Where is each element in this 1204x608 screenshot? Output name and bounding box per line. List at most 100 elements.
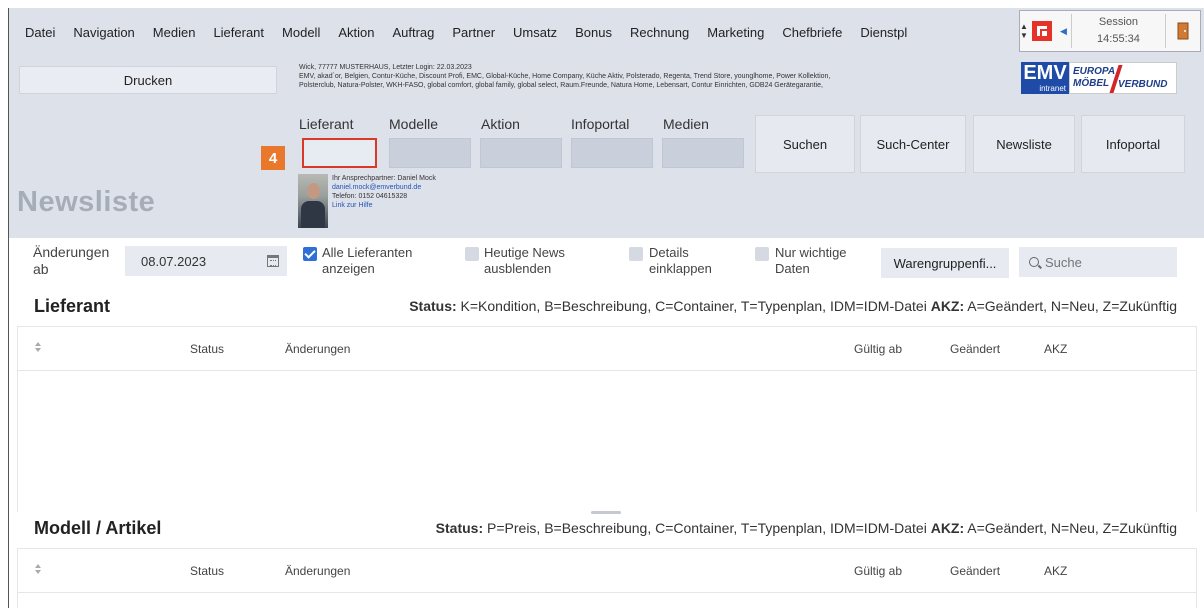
print-button[interactable]: Drucken <box>19 66 277 94</box>
user-info: Wick, 77777 MUSTERHAUS, Letzter Login: 2… <box>299 63 1019 90</box>
col-aenderungen[interactable]: Änderungen <box>285 342 350 356</box>
contact-info: Ihr Ansprechpartner: Daniel Mock daniel.… <box>332 174 436 210</box>
help-link[interactable]: Link zur Hilfe <box>332 201 436 210</box>
today-news-line2: ausblenden <box>484 261 552 276</box>
logout-door-icon[interactable] <box>1166 22 1200 40</box>
modell-section-header: Modell / Artikel Status: P=Preis, B=Besc… <box>9 518 1204 542</box>
col-akz[interactable]: AKZ <box>1044 564 1067 578</box>
menu-dienstplan[interactable]: Dienstpl <box>851 20 916 46</box>
hide-today-news-label: Heutige News ausblenden <box>484 245 565 277</box>
lieferant-table-header: Status Änderungen Gültig ab Geändert AKZ <box>18 327 1196 371</box>
menu-aktion[interactable]: Aktion <box>329 20 383 46</box>
modelle-input[interactable] <box>389 138 471 168</box>
menu-partner[interactable]: Partner <box>443 20 504 46</box>
col-aenderungen[interactable]: Änderungen <box>285 564 350 578</box>
col-status[interactable]: Status <box>190 564 224 578</box>
col-gueltig-ab[interactable]: Gültig ab <box>854 342 902 356</box>
akz-text: A=Geändert, N=Neu, Z=Zukünftig <box>967 298 1177 314</box>
menu-chefbriefe[interactable]: Chefbriefe <box>773 20 851 46</box>
verbund-text: VERBUND <box>1118 79 1168 90</box>
collapse-details-label: Details einklappen <box>649 245 712 277</box>
avatar-body <box>301 201 325 228</box>
date-value: 08.07.2023 <box>141 253 207 269</box>
step-badge: 4 <box>261 146 285 170</box>
calendar-icon[interactable] <box>267 255 279 267</box>
all-suppliers-label: Alle Lieferanten anzeigen <box>322 245 412 277</box>
filter-label-infoportal: Infoportal <box>571 116 630 132</box>
newsliste-button[interactable]: Newsliste <box>973 115 1075 173</box>
header-area: Datei Navigation Medien Lieferant Modell… <box>9 8 1204 238</box>
status-text: P=Preis, B=Beschreibung, C=Container, T=… <box>487 520 927 536</box>
contact-email-link[interactable]: daniel.mock@emverbund.de <box>332 183 436 192</box>
lieferant-section-header: Lieferant Status: K=Kondition, B=Beschre… <box>9 296 1204 320</box>
menu-medien[interactable]: Medien <box>144 20 205 46</box>
warengruppen-filter-button[interactable]: Warengruppenfi... <box>881 248 1009 278</box>
sort-icon[interactable] <box>35 564 41 574</box>
session-info: Session 14:55:34 <box>1070 14 1166 48</box>
aktion-input[interactable] <box>480 138 562 168</box>
menu-bonus[interactable]: Bonus <box>566 20 621 46</box>
search-field[interactable] <box>1019 247 1177 277</box>
all-suppliers-line2: anzeigen <box>322 261 375 276</box>
europa-moebel-verbund-logo: EUROPA MÖBEL VERBUND <box>1069 62 1177 94</box>
important-only-checkbox[interactable] <box>755 247 769 261</box>
col-gueltig-ab[interactable]: Gültig ab <box>854 564 902 578</box>
col-akz[interactable]: AKZ <box>1044 342 1067 356</box>
infoportal-input[interactable] <box>571 138 653 168</box>
col-geaendert[interactable]: Geändert <box>950 564 1000 578</box>
infoportal-button[interactable]: Infoportal <box>1081 115 1185 173</box>
search-icon <box>1029 257 1039 267</box>
sort-icon[interactable] <box>35 342 41 352</box>
lieferant-section-title: Lieferant <box>34 296 111 316</box>
modell-section-title: Modell / Artikel <box>34 518 162 538</box>
menu-bar: Datei Navigation Medien Lieferant Modell… <box>9 20 916 46</box>
session-box: ▲ ▼ ◀ Session 14:55:34 <box>1019 10 1201 52</box>
emv-logo-sub: intranet <box>1039 84 1066 93</box>
menu-datei[interactable]: Datei <box>9 20 64 46</box>
status-key: Status: <box>409 298 457 314</box>
pane-splitter-handle[interactable] <box>591 511 621 514</box>
app-window: Datei Navigation Medien Lieferant Modell… <box>8 8 1204 608</box>
details-line2: einklappen <box>649 261 712 276</box>
filter-label-aktion: Aktion <box>481 116 520 132</box>
menu-rechnung[interactable]: Rechnung <box>621 20 698 46</box>
akz-key: AKZ: <box>930 520 965 536</box>
suchen-button[interactable]: Suchen <box>755 115 855 173</box>
collapse-left-icon[interactable]: ◀ <box>1060 26 1067 37</box>
menu-navigation[interactable]: Navigation <box>64 20 143 46</box>
changes-from-label: Änderungen ab <box>33 244 109 278</box>
contact-phone: Telefon: 0152 04615328 <box>332 193 408 200</box>
options-bar: Änderungen ab 08.07.2023 Alle Lieferante… <box>9 238 1204 288</box>
all-suppliers-checkbox[interactable] <box>303 247 317 261</box>
status-key: Status: <box>435 520 484 536</box>
col-geaendert[interactable]: Geändert <box>950 342 1000 356</box>
modell-table: Status Änderungen Gültig ab Geändert AKZ <box>17 548 1197 608</box>
changes-label-line1: Änderungen <box>33 244 110 260</box>
session-label: Session <box>1098 16 1139 28</box>
important-line2: Daten <box>775 261 810 276</box>
filter-label-medien: Medien <box>663 116 709 132</box>
today-news-line1: Heutige News <box>484 245 565 260</box>
date-field[interactable]: 08.07.2023 <box>125 246 287 276</box>
search-input[interactable] <box>1045 254 1165 270</box>
changes-label-line2: ab <box>33 261 49 277</box>
europa-text: EUROPA <box>1073 66 1116 77</box>
menu-umsatz[interactable]: Umsatz <box>504 20 566 46</box>
menu-auftrag[interactable]: Auftrag <box>383 20 443 46</box>
menu-lieferant[interactable]: Lieferant <box>204 20 273 46</box>
session-time: 14:55:34 <box>1097 33 1140 45</box>
lieferant-input[interactable] <box>302 138 377 168</box>
filter-label-lieferant: Lieferant <box>299 116 354 132</box>
medien-input[interactable] <box>662 138 744 168</box>
app-logo-icon[interactable] <box>1032 21 1052 41</box>
brands-line-2: Polsterclub, Natura-Polster, WKH-FASO, g… <box>299 82 823 89</box>
menu-marketing[interactable]: Marketing <box>698 20 773 46</box>
col-status[interactable]: Status <box>190 342 224 356</box>
scroll-arrows-icon[interactable]: ▲ ▼ <box>1020 22 1028 40</box>
such-center-button[interactable]: Such-Center <box>860 115 966 173</box>
collapse-details-checkbox[interactable] <box>629 247 643 261</box>
modell-table-header: Status Änderungen Gültig ab Geändert AKZ <box>18 549 1196 593</box>
menu-modell[interactable]: Modell <box>273 20 329 46</box>
hide-today-news-checkbox[interactable] <box>465 247 479 261</box>
login-info: Wick, 77777 MUSTERHAUS, Letzter Login: 2… <box>299 64 472 71</box>
